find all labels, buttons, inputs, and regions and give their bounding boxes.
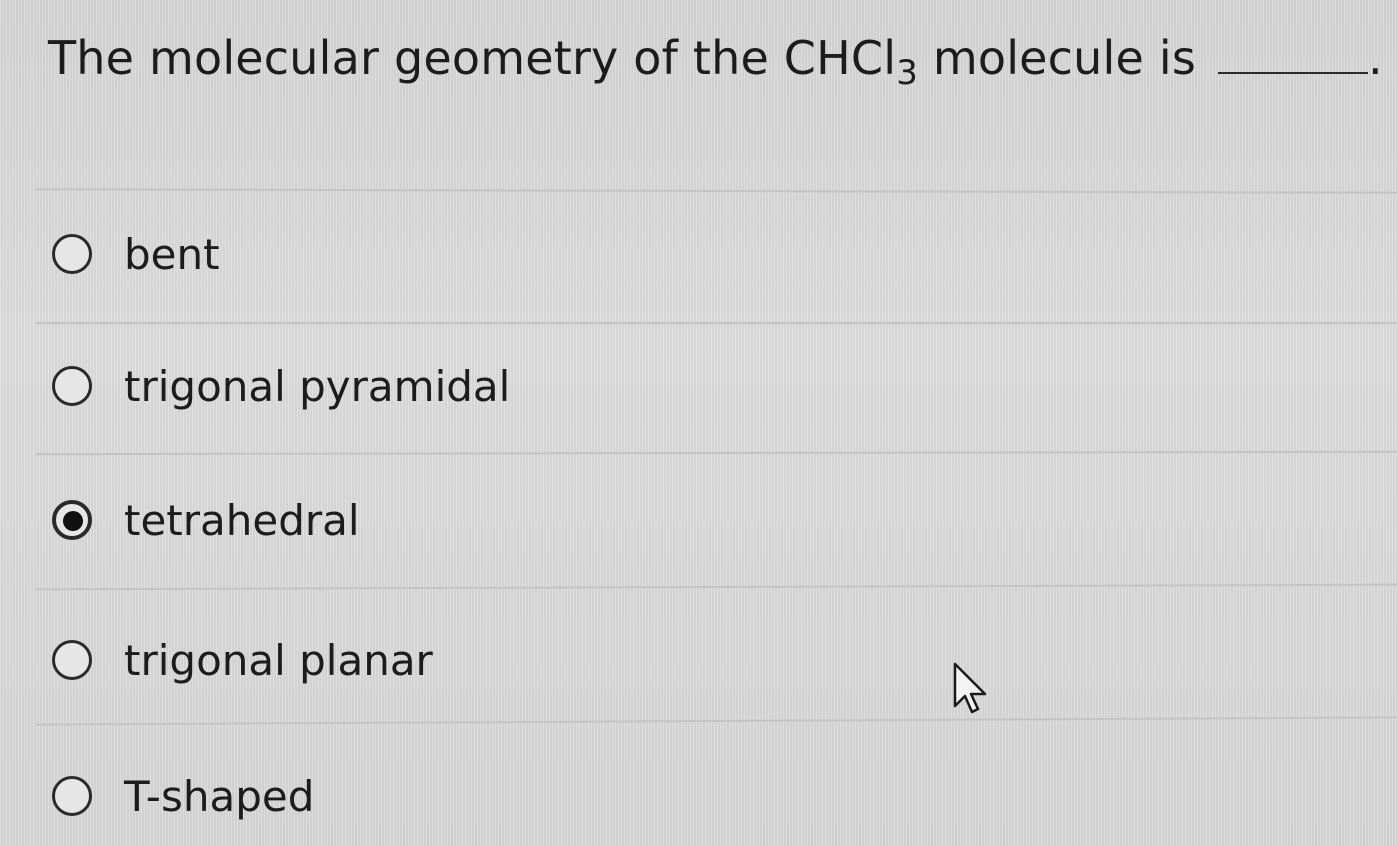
option-tetrahedral[interactable]: tetrahedral [52, 490, 360, 550]
option-label: T-shaped [124, 771, 315, 821]
mouse-pointer-icon [953, 662, 987, 714]
question-text: The molecular geometry of the CHCl3 mole… [48, 28, 1383, 93]
question-subscript: 3 [896, 53, 919, 93]
question-end-punct: . [1367, 31, 1383, 85]
divider [36, 583, 1397, 591]
option-trigonal-planar[interactable]: trigonal planar [52, 630, 433, 690]
answer-blank [1217, 28, 1368, 74]
radio-empty-icon[interactable] [52, 366, 92, 406]
option-label: trigonal pyramidal [124, 361, 511, 411]
radio-filled-icon[interactable] [52, 500, 92, 540]
option-bent[interactable]: bent [52, 224, 220, 284]
radio-empty-icon[interactable] [52, 776, 92, 816]
divider [35, 450, 1397, 456]
option-label: trigonal planar [124, 635, 433, 685]
divider [36, 322, 1397, 324]
radio-empty-icon[interactable] [52, 640, 92, 680]
divider [35, 188, 1397, 194]
option-label: tetrahedral [124, 495, 360, 545]
option-t-shaped[interactable]: T-shaped [52, 766, 314, 826]
radio-empty-icon[interactable] [52, 234, 92, 274]
divider [36, 716, 1397, 726]
question-suffix: molecule is [918, 31, 1196, 85]
option-label: bent [124, 229, 220, 279]
question-prefix: The molecular geometry of the CHCl [48, 31, 897, 85]
option-trigonal-pyramidal[interactable]: trigonal pyramidal [52, 356, 510, 416]
